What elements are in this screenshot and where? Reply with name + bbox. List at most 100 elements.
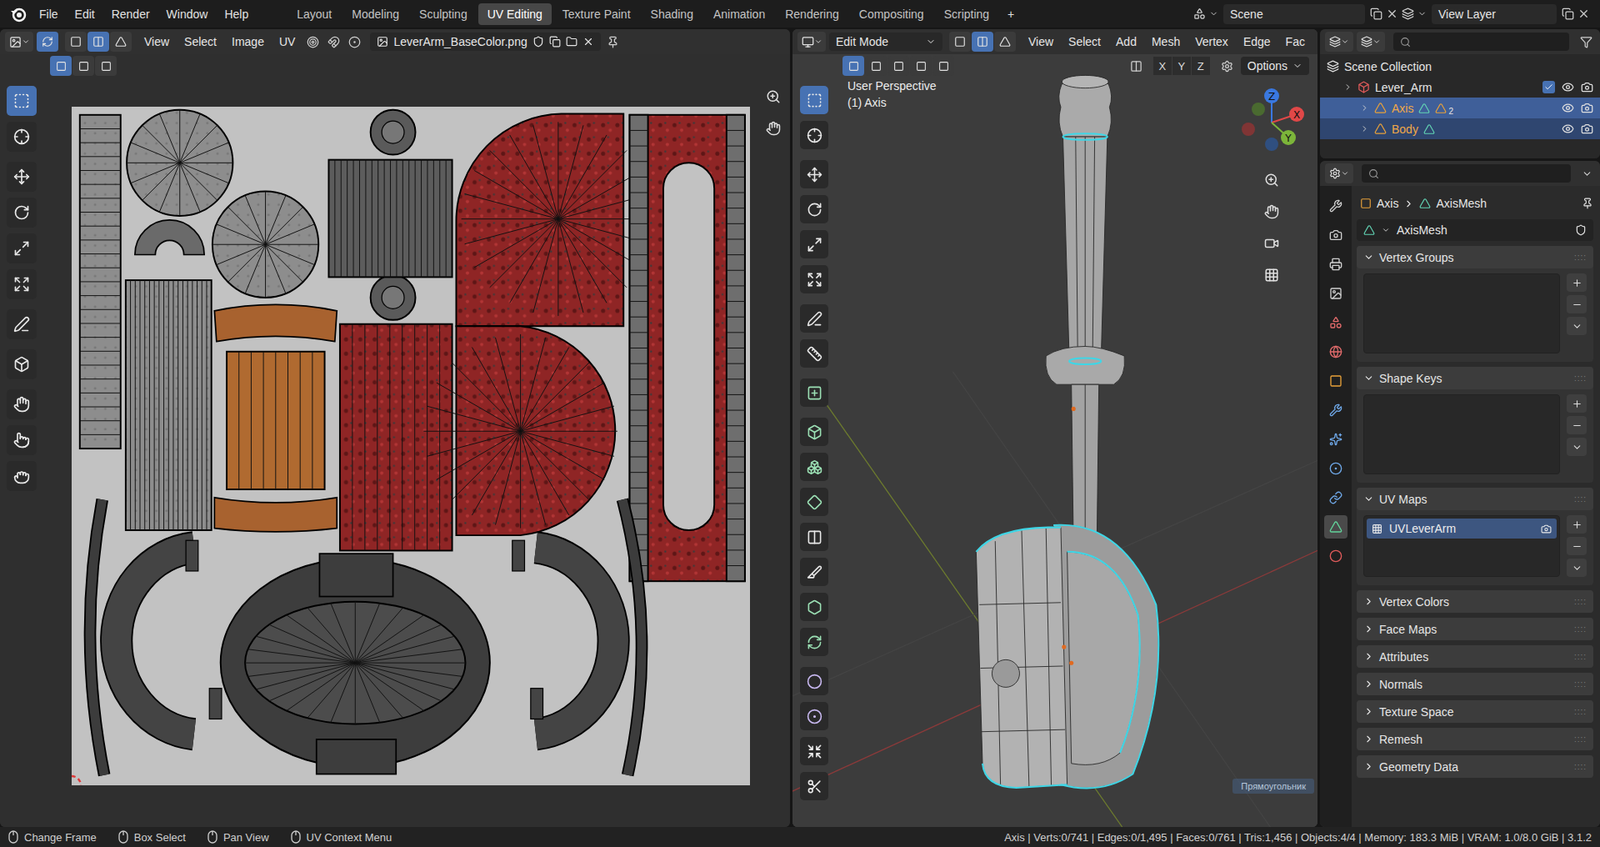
perspective-button[interactable] bbox=[1259, 262, 1285, 288]
header-menu[interactable]: Mesh bbox=[1145, 32, 1186, 51]
uv-image-canvas[interactable] bbox=[71, 106, 750, 785]
view-layer-field[interactable]: View Layer bbox=[1431, 4, 1557, 25]
tool-button[interactable] bbox=[800, 557, 829, 586]
box-mode-button[interactable] bbox=[865, 55, 887, 76]
fake-user-icon[interactable] bbox=[1575, 224, 1587, 236]
remove-button[interactable] bbox=[1566, 295, 1587, 314]
tool-button[interactable] bbox=[800, 627, 829, 656]
header-menu[interactable]: UV bbox=[273, 32, 301, 51]
zoom-button[interactable] bbox=[1259, 167, 1285, 193]
header-menu[interactable]: Image bbox=[225, 32, 270, 51]
drag-grip-icon[interactable]: :::: bbox=[1574, 761, 1587, 771]
panel-header[interactable]: Normals:::: bbox=[1356, 672, 1594, 695]
add-workspace-button[interactable]: + bbox=[1000, 4, 1022, 25]
properties-tab[interactable] bbox=[1324, 310, 1348, 335]
copy-icon[interactable] bbox=[549, 35, 561, 48]
tool-button[interactable] bbox=[800, 522, 829, 551]
box-mode-button[interactable] bbox=[72, 55, 95, 76]
tool-button[interactable] bbox=[800, 304, 829, 333]
ui-list[interactable]: UVLeverArm bbox=[1363, 515, 1560, 577]
tool-button[interactable] bbox=[6, 309, 37, 340]
ui-list[interactable] bbox=[1363, 273, 1560, 354]
copy-icon[interactable] bbox=[1370, 7, 1383, 20]
panel-header[interactable]: Geometry Data:::: bbox=[1356, 755, 1594, 778]
visibility-icon[interactable] bbox=[1561, 101, 1575, 115]
tool-button[interactable] bbox=[800, 701, 829, 730]
specials-button[interactable] bbox=[1566, 558, 1587, 577]
pin-button[interactable] bbox=[604, 35, 622, 49]
properties-tab[interactable] bbox=[1324, 223, 1348, 247]
workspace-tab[interactable]: Compositing bbox=[850, 3, 934, 25]
workspace-tab[interactable]: Modeling bbox=[342, 3, 409, 25]
tool-button[interactable] bbox=[800, 378, 829, 407]
app-menu[interactable] bbox=[6, 5, 30, 23]
proportional-button[interactable] bbox=[345, 35, 364, 49]
close-icon[interactable] bbox=[1577, 7, 1590, 20]
editor-type-button[interactable] bbox=[1325, 31, 1354, 52]
panel-header[interactable]: Vertex Colors:::: bbox=[1356, 590, 1594, 613]
uv-canvas[interactable] bbox=[0, 54, 790, 827]
workspace-tab[interactable]: Layout bbox=[287, 3, 341, 25]
box-mode-button[interactable] bbox=[910, 55, 932, 76]
fake-user-icon[interactable] bbox=[532, 35, 545, 48]
remove-button[interactable] bbox=[1566, 415, 1587, 435]
workspace-tab[interactable]: Sculpting bbox=[410, 3, 477, 25]
panel-header[interactable]: Vertex Groups:::: bbox=[1356, 245, 1594, 269]
tool-button[interactable] bbox=[800, 452, 829, 481]
box-mode-button[interactable] bbox=[95, 55, 117, 76]
tool-button[interactable] bbox=[6, 349, 37, 380]
select-mode-button[interactable] bbox=[971, 31, 994, 52]
outliner-row[interactable]: Lever_Arm bbox=[1320, 76, 1600, 98]
outliner-row[interactable]: Scene Collection bbox=[1320, 55, 1600, 77]
drag-grip-icon[interactable]: :::: bbox=[1574, 373, 1587, 383]
menu-item[interactable]: Render bbox=[104, 4, 158, 25]
viewport-canvas[interactable]: XYZOptionsUser Perspective(1) AxisZXYПря… bbox=[792, 54, 1318, 827]
scene-field[interactable]: Scene bbox=[1223, 4, 1365, 25]
pivot-button[interactable] bbox=[304, 35, 322, 49]
box-mode-button[interactable] bbox=[932, 55, 955, 76]
unlink-icon[interactable] bbox=[582, 35, 595, 48]
tool-button[interactable] bbox=[800, 736, 829, 765]
header-menu[interactable]: Fac bbox=[1280, 32, 1311, 51]
tool-button[interactable] bbox=[6, 121, 37, 152]
properties-tab[interactable] bbox=[1324, 194, 1348, 218]
render-icon[interactable] bbox=[1580, 80, 1594, 94]
drag-grip-icon[interactable]: :::: bbox=[1574, 252, 1587, 262]
tool-button[interactable] bbox=[800, 771, 829, 800]
menu-item[interactable]: Edit bbox=[67, 4, 103, 25]
select-mode-button[interactable] bbox=[65, 31, 87, 52]
tool-button[interactable] bbox=[6, 425, 37, 455]
menu-item[interactable]: Help bbox=[216, 4, 256, 25]
remove-button[interactable] bbox=[1566, 536, 1587, 555]
properties-tab[interactable] bbox=[1324, 485, 1348, 510]
drag-grip-icon[interactable]: :::: bbox=[1574, 596, 1587, 606]
pan-button[interactable] bbox=[760, 115, 786, 141]
navigation-gizmo-icon[interactable]: ZXY bbox=[1233, 84, 1310, 161]
zoom-button[interactable] bbox=[760, 84, 786, 110]
drag-grip-icon[interactable]: :::: bbox=[1574, 494, 1587, 504]
mode-dropdown[interactable]: Edit Mode bbox=[829, 32, 943, 51]
box-mode-button[interactable] bbox=[842, 55, 865, 76]
header-menu[interactable]: Edge bbox=[1237, 32, 1277, 51]
sync-selection-button[interactable] bbox=[36, 31, 59, 52]
header-menu[interactable]: Select bbox=[178, 32, 223, 51]
close-icon[interactable] bbox=[1385, 7, 1399, 20]
options-dropdown[interactable]: Options bbox=[1240, 56, 1310, 75]
tool-button[interactable] bbox=[800, 339, 829, 368]
menu-item[interactable]: Window bbox=[159, 4, 216, 25]
mesh-datablock-field[interactable]: AxisMesh bbox=[1356, 219, 1594, 241]
tool-button[interactable] bbox=[800, 160, 829, 189]
menu-item[interactable]: File bbox=[31, 4, 66, 25]
select-mode-button[interactable] bbox=[110, 31, 132, 52]
add-button[interactable] bbox=[1566, 273, 1587, 292]
tool-button[interactable] bbox=[800, 487, 829, 516]
folder-icon[interactable] bbox=[565, 35, 578, 48]
tool-button[interactable] bbox=[800, 120, 829, 150]
box-mode-button[interactable] bbox=[887, 55, 910, 76]
filter-button[interactable] bbox=[1577, 35, 1595, 49]
properties-tab[interactable] bbox=[1324, 398, 1348, 422]
add-button[interactable] bbox=[1566, 515, 1587, 534]
tool-button[interactable] bbox=[6, 161, 37, 192]
tool-button[interactable] bbox=[800, 265, 829, 294]
drag-grip-icon[interactable]: :::: bbox=[1574, 624, 1587, 634]
